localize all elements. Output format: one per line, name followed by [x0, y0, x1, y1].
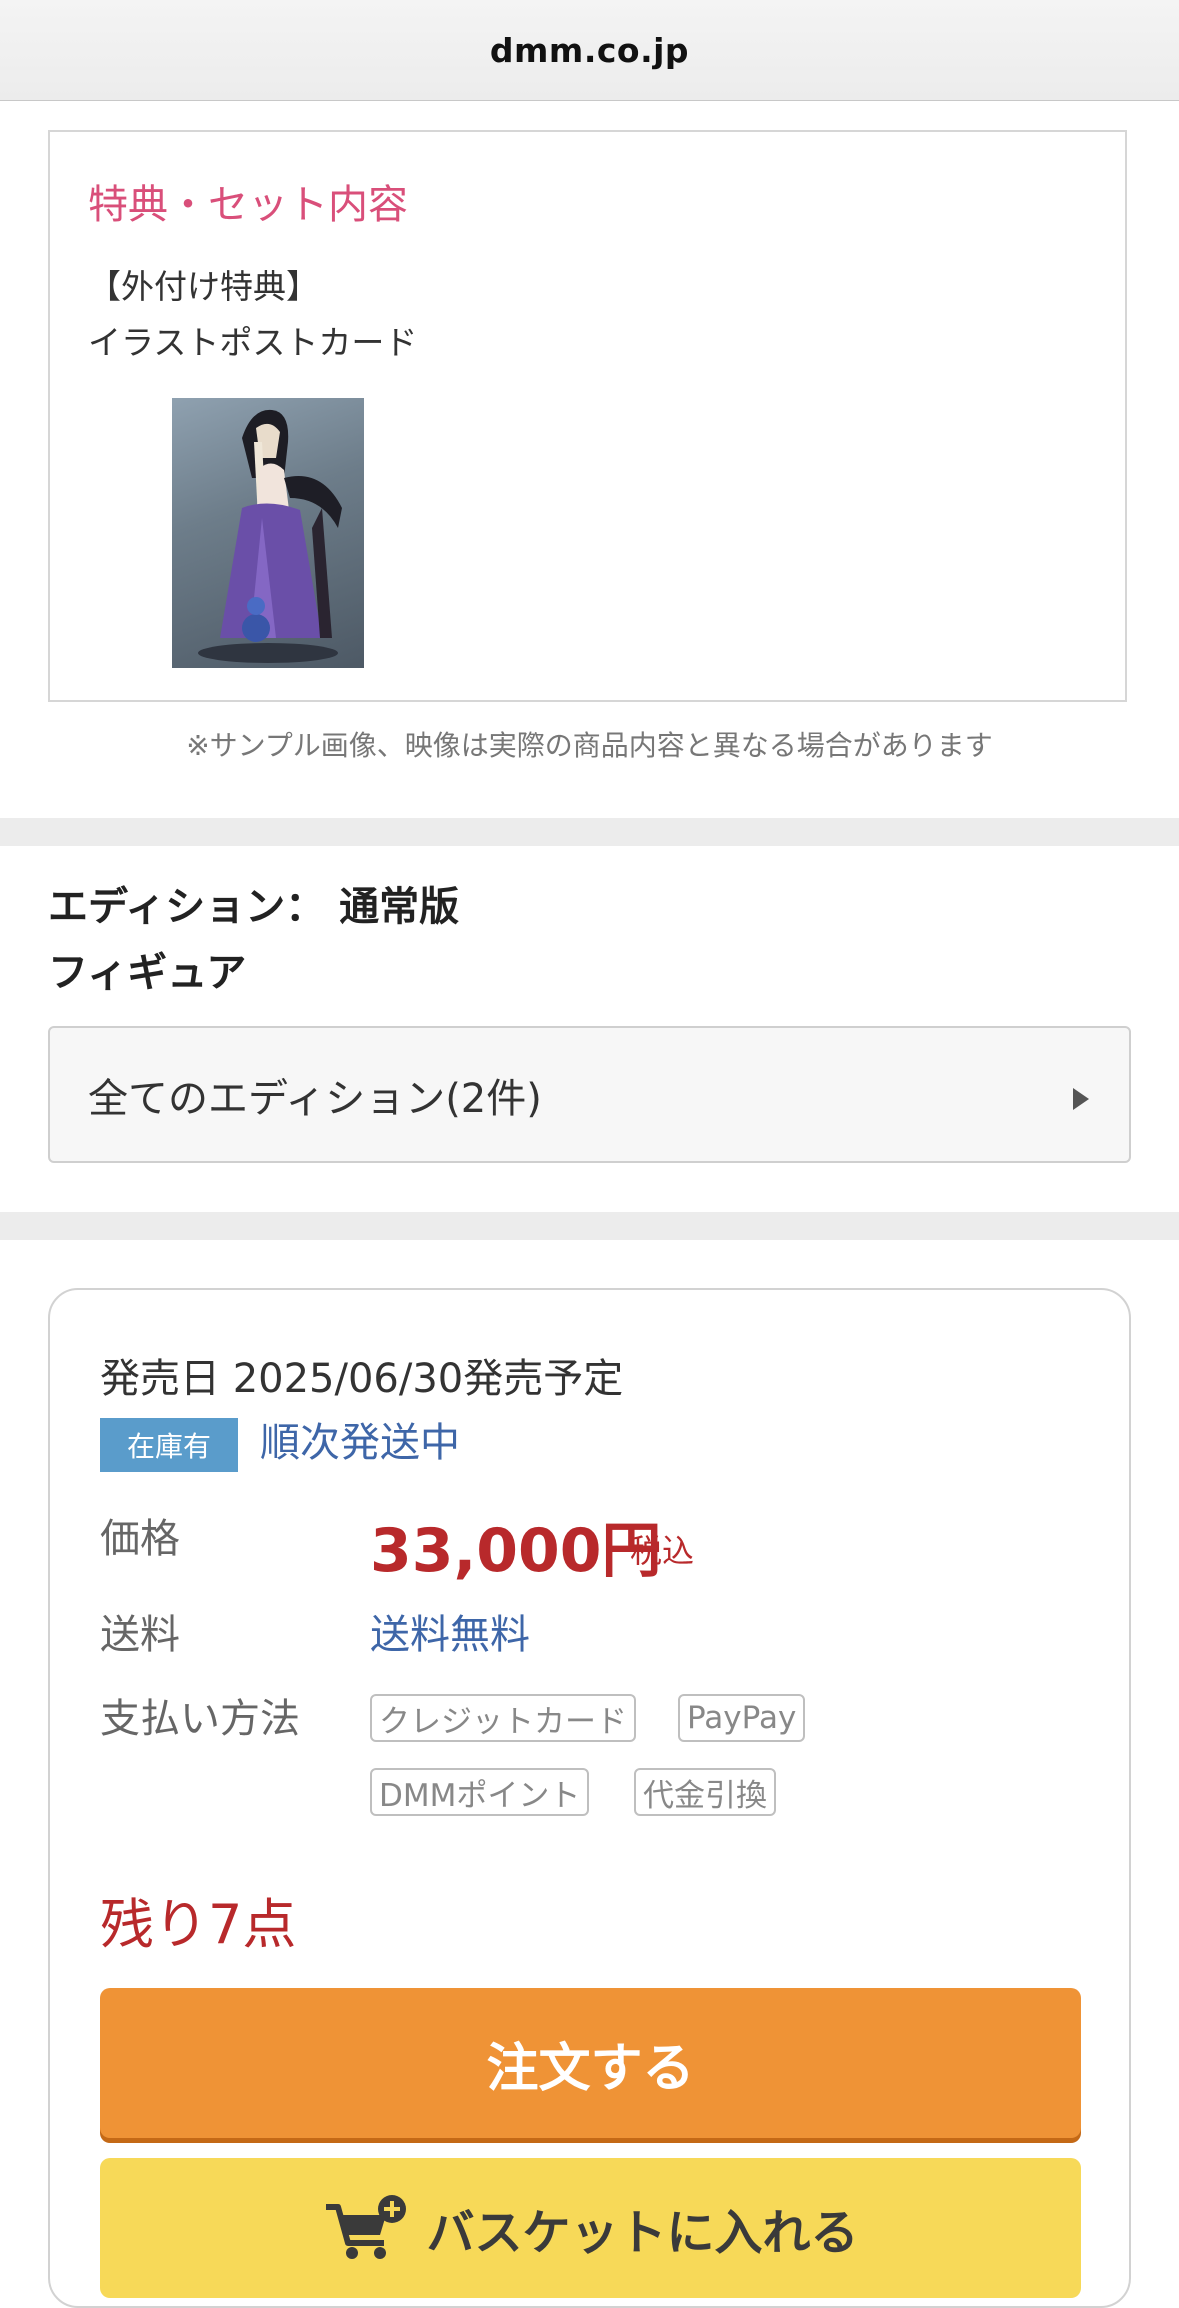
order-button-label: 注文する	[486, 2038, 695, 2099]
shipping-status: 順次発送中	[260, 1420, 460, 1466]
remaining-stock: 残り7点	[100, 1893, 297, 1956]
all-editions-selector[interactable]: 全てのエディション(2件)	[48, 1026, 1131, 1163]
all-editions-label: 全てのエディション(2件)	[88, 1075, 542, 1122]
payment-tag-paypay: PayPay	[678, 1694, 806, 1742]
shipping-label: 送料	[100, 1612, 180, 1658]
payment-tag-credit-card: クレジットカード	[370, 1694, 636, 1742]
section-divider	[0, 1212, 1179, 1240]
edition-label: エディション： 通常版	[48, 884, 460, 930]
add-to-basket-button[interactable]: バスケットに入れる	[100, 2158, 1081, 2298]
section-divider	[0, 818, 1179, 846]
shipping-value: 送料無料	[370, 1612, 530, 1658]
purchase-card: 発売日 2025/06/30発売予定 在庫有 順次発送中 価格 33,000円 …	[48, 1288, 1131, 2308]
basket-button-label: バスケットに入れる	[426, 2205, 859, 2261]
cart-plus-icon	[326, 2195, 407, 2259]
order-button[interactable]: 注文する	[100, 1988, 1081, 2138]
release-date: 発売日 2025/06/30発売予定	[100, 1356, 624, 1402]
figure-illustration	[198, 409, 342, 663]
stock-badge: 在庫有	[100, 1418, 238, 1472]
sample-image-notice: ※サンプル画像、映像は実際の商品内容と異なる場合があります	[186, 729, 993, 762]
payment-label: 支払い方法	[100, 1696, 300, 1742]
bonus-section: 特典・セット内容 【外付け特典】 イラストポストカード	[48, 130, 1127, 702]
price-value: 33,000円	[370, 1516, 662, 1586]
chevron-right-icon	[1073, 1088, 1089, 1110]
bonus-item: イラストポストカード	[88, 323, 418, 362]
bonus-type: 【外付け特典】	[88, 267, 319, 306]
postcard-image[interactable]	[172, 398, 364, 668]
payment-tag-dmm-point: DMMポイント	[370, 1768, 590, 1816]
url-text: dmm.co.jp	[489, 30, 690, 70]
bonus-title: 特典・セット内容	[88, 182, 408, 228]
price-label: 価格	[100, 1516, 180, 1562]
product-category: フィギュア	[48, 950, 247, 996]
browser-address-bar[interactable]: dmm.co.jp	[0, 0, 1179, 101]
payment-tag-cod: 代金引換	[634, 1768, 776, 1816]
price-tax-note: 税込	[630, 1532, 695, 1570]
